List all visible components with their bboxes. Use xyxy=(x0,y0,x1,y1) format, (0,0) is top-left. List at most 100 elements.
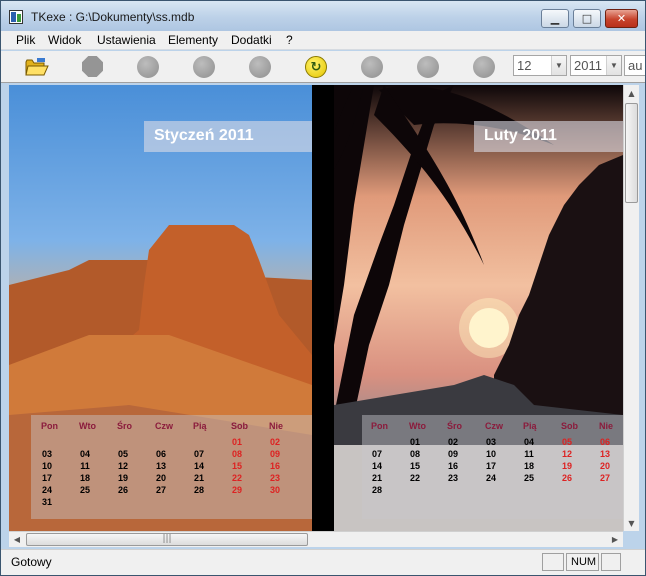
day-cell[interactable]: 15 xyxy=(227,461,247,471)
day-cell[interactable]: 30 xyxy=(265,485,285,495)
menu-ustawienia[interactable]: Ustawienia xyxy=(97,33,156,47)
day-cell[interactable]: 23 xyxy=(443,473,463,483)
day-cell[interactable]: 03 xyxy=(481,437,501,447)
weekday-header: Czw xyxy=(485,421,503,431)
day-cell[interactable]: 08 xyxy=(227,449,247,459)
day-cell[interactable]: 24 xyxy=(37,485,57,495)
day-cell[interactable]: 12 xyxy=(113,461,133,471)
day-cell[interactable]: 11 xyxy=(519,449,539,459)
day-cell[interactable]: 18 xyxy=(75,473,95,483)
day-cell[interactable]: 12 xyxy=(557,449,577,459)
day-cell[interactable]: 24 xyxy=(481,473,501,483)
day-cell[interactable]: 02 xyxy=(265,437,285,447)
toolbar-button-8-icon[interactable] xyxy=(417,56,439,78)
scroll-left-icon[interactable]: ◀ xyxy=(9,532,25,547)
day-cell[interactable]: 22 xyxy=(227,473,247,483)
day-cell[interactable]: 25 xyxy=(75,485,95,495)
menu-help[interactable]: ? xyxy=(286,33,293,47)
menu-elementy[interactable]: Elementy xyxy=(168,33,218,47)
minimize-button[interactable]: ▁ xyxy=(541,9,569,28)
weekday-header: Wto xyxy=(409,421,426,431)
day-cell[interactable]: 10 xyxy=(481,449,501,459)
close-icon: ✕ xyxy=(616,12,627,25)
day-cell[interactable]: 26 xyxy=(557,473,577,483)
day-cell[interactable]: 21 xyxy=(367,473,387,483)
day-cell[interactable]: 27 xyxy=(595,473,615,483)
toolbar-button-9-icon[interactable] xyxy=(473,56,495,78)
day-cell[interactable]: 09 xyxy=(443,449,463,459)
day-cell[interactable]: 10 xyxy=(37,461,57,471)
day-cell[interactable]: 05 xyxy=(113,449,133,459)
day-cell[interactable]: 03 xyxy=(37,449,57,459)
day-cell[interactable]: 27 xyxy=(151,485,171,495)
day-cell[interactable]: 04 xyxy=(519,437,539,447)
vertical-scroll-thumb[interactable] xyxy=(625,103,638,203)
day-cell[interactable]: 15 xyxy=(405,461,425,471)
extra-select[interactable]: au xyxy=(624,55,645,76)
day-cell[interactable]: 13 xyxy=(151,461,171,471)
day-cell[interactable]: 20 xyxy=(595,461,615,471)
scroll-up-icon[interactable]: ▲ xyxy=(624,85,639,101)
day-cell[interactable]: 22 xyxy=(405,473,425,483)
stop-icon[interactable] xyxy=(82,56,103,77)
day-cell[interactable]: 08 xyxy=(405,449,425,459)
year-select[interactable]: 2011 ▼ xyxy=(570,55,622,76)
close-button[interactable]: ✕ xyxy=(605,9,638,28)
day-cell[interactable]: 01 xyxy=(227,437,247,447)
day-cell[interactable]: 25 xyxy=(519,473,539,483)
horizontal-scroll-thumb[interactable]: ||| xyxy=(26,533,308,546)
open-folder-icon[interactable] xyxy=(25,57,49,77)
vertical-scrollbar[interactable]: ▲ ▼ xyxy=(623,85,639,531)
day-cell[interactable]: 16 xyxy=(443,461,463,471)
menu-widok[interactable]: Widok xyxy=(48,33,81,47)
weekday-header: Śro xyxy=(117,421,133,431)
refresh-icon[interactable]: ↻ xyxy=(305,56,327,78)
day-cell[interactable]: 20 xyxy=(151,473,171,483)
day-cell[interactable]: 18 xyxy=(519,461,539,471)
toolbar-button-4-icon[interactable] xyxy=(193,56,215,78)
day-cell[interactable]: 17 xyxy=(481,461,501,471)
menu-plik[interactable]: Plik xyxy=(16,33,35,47)
scroll-right-icon[interactable]: ▶ xyxy=(607,532,623,547)
day-cell[interactable]: 01 xyxy=(405,437,425,447)
menu-dodatki[interactable]: Dodatki xyxy=(231,33,272,47)
day-cell[interactable]: 04 xyxy=(75,449,95,459)
scroll-down-icon[interactable]: ▼ xyxy=(624,515,639,531)
maximize-button[interactable]: □ xyxy=(573,9,601,28)
toolbar-button-3-icon[interactable] xyxy=(137,56,159,78)
day-cell[interactable]: 31 xyxy=(37,497,57,507)
chevron-down-icon[interactable]: ▼ xyxy=(606,56,621,75)
day-cell[interactable]: 13 xyxy=(595,449,615,459)
extra-select-value: au xyxy=(628,58,643,73)
day-cell[interactable]: 21 xyxy=(189,473,209,483)
day-cell[interactable]: 06 xyxy=(151,449,171,459)
day-cell[interactable]: 14 xyxy=(189,461,209,471)
day-cell[interactable]: 28 xyxy=(189,485,209,495)
toolbar-button-7-icon[interactable] xyxy=(361,56,383,78)
day-cell[interactable]: 28 xyxy=(367,485,387,495)
title-bar[interactable]: TKexe : G:\Dokumenty\ss.mdb ▁ □ ✕ xyxy=(1,1,645,31)
day-cell[interactable]: 11 xyxy=(75,461,95,471)
day-cell[interactable]: 26 xyxy=(113,485,133,495)
day-cell[interactable]: 09 xyxy=(265,449,285,459)
toolbar-button-5-icon[interactable] xyxy=(249,56,271,78)
day-cell[interactable]: 06 xyxy=(595,437,615,447)
day-cell[interactable]: 07 xyxy=(367,449,387,459)
month-title: Styczeń 2011 xyxy=(144,121,312,152)
day-cell[interactable]: 19 xyxy=(557,461,577,471)
day-cell[interactable]: 17 xyxy=(37,473,57,483)
weekday-header: Czw xyxy=(155,421,173,431)
day-cell[interactable]: 16 xyxy=(265,461,285,471)
day-cell[interactable]: 05 xyxy=(557,437,577,447)
status-pane-scroll xyxy=(601,553,621,571)
day-cell[interactable]: 02 xyxy=(443,437,463,447)
day-cell[interactable]: 07 xyxy=(189,449,209,459)
day-cell[interactable]: 29 xyxy=(227,485,247,495)
chevron-down-icon[interactable]: ▼ xyxy=(551,56,566,75)
horizontal-scrollbar[interactable]: ◀ ||| ▶ xyxy=(9,531,623,547)
month-select[interactable]: 12 ▼ xyxy=(513,55,567,76)
day-cell[interactable]: 14 xyxy=(367,461,387,471)
month-title: Luty 2011 xyxy=(474,121,623,152)
day-cell[interactable]: 19 xyxy=(113,473,133,483)
day-cell[interactable]: 23 xyxy=(265,473,285,483)
